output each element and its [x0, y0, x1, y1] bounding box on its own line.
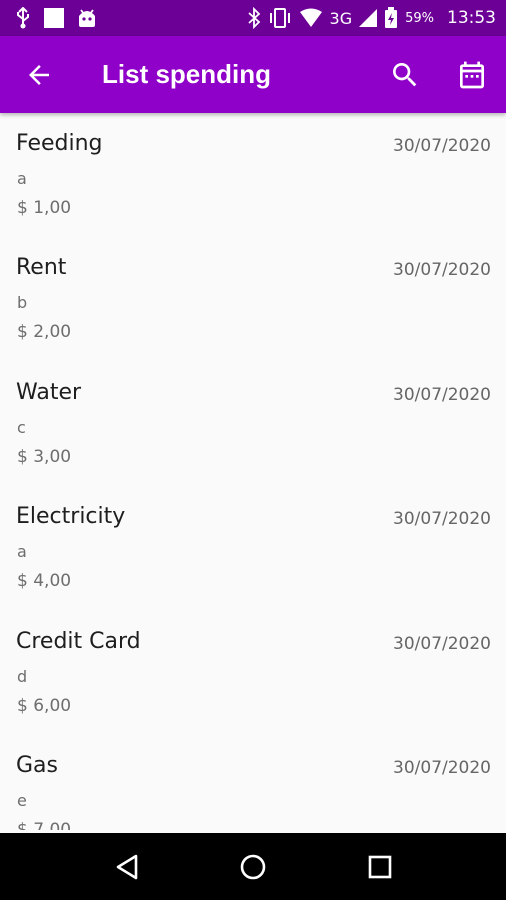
list-item[interactable]: Rent 30/07/2020 b $ 2,00 [0, 237, 506, 361]
spending-category: d [17, 666, 28, 686]
vibrate-icon [269, 8, 290, 28]
spending-amount: $ 4,00 [17, 571, 72, 592]
spending-amount: $ 7,00 [17, 819, 72, 830]
usb-icon [17, 7, 29, 29]
battery-icon [385, 7, 398, 28]
calendar-icon[interactable] [456, 59, 488, 91]
spending-amount: $ 1,00 [17, 198, 72, 218]
app-bar: List spending [0, 36, 506, 113]
wifi-icon [299, 8, 322, 27]
spending-date: 30/07/2020 [393, 260, 491, 281]
spending-name: Credit Card [16, 628, 141, 654]
signal-icon [359, 9, 378, 27]
android-icon [79, 9, 95, 27]
spending-category: b [17, 293, 28, 313]
spending-name: Gas [16, 752, 58, 778]
spending-name: Feeding [16, 131, 103, 156]
list-item[interactable]: Gas 30/07/2020 e $ 7,00 [0, 735, 506, 830]
spending-category: c [17, 417, 26, 437]
battery-percent: 59% [405, 10, 434, 26]
spending-amount: $ 6,00 [17, 695, 72, 716]
back-triangle-icon[interactable] [112, 852, 142, 882]
spending-name: Water [16, 379, 82, 405]
clock: 13:53 [447, 8, 496, 28]
recents-square-icon[interactable] [365, 852, 395, 882]
spending-category: a [17, 169, 27, 188]
system-nav-bar [0, 833, 506, 900]
list-item[interactable]: Feeding 30/07/2020 a $ 1,00 [0, 113, 506, 237]
list-item[interactable]: Water 30/07/2020 c $ 3,00 [0, 362, 506, 486]
spending-date: 30/07/2020 [393, 384, 491, 405]
bluetooth-icon [247, 7, 260, 29]
spending-category: a [17, 542, 27, 562]
spending-name: Rent [16, 255, 67, 281]
spending-list[interactable]: Feeding 30/07/2020 a $ 1,00 Rent 30/07/2… [0, 113, 506, 830]
spending-amount: $ 3,00 [17, 446, 72, 467]
page-title: List spending [102, 59, 271, 89]
search-icon[interactable] [389, 59, 421, 91]
home-circle-icon[interactable] [238, 852, 268, 882]
spending-date: 30/07/2020 [393, 633, 491, 654]
spending-date: 30/07/2020 [393, 509, 491, 530]
spending-date: 30/07/2020 [393, 757, 491, 778]
notification-square-icon [44, 8, 64, 28]
spending-category: e [17, 790, 27, 810]
status-bar: 3G 59% 13:53 [0, 0, 506, 36]
spending-date: 30/07/2020 [393, 136, 491, 156]
back-arrow-icon[interactable] [24, 60, 54, 90]
list-item[interactable]: Credit Card 30/07/2020 d $ 6,00 [0, 611, 506, 735]
spending-amount: $ 2,00 [17, 322, 72, 343]
network-type: 3G [329, 8, 353, 28]
spending-name: Electricity [16, 504, 126, 530]
list-item[interactable]: Electricity 30/07/2020 a $ 4,00 [0, 486, 506, 610]
